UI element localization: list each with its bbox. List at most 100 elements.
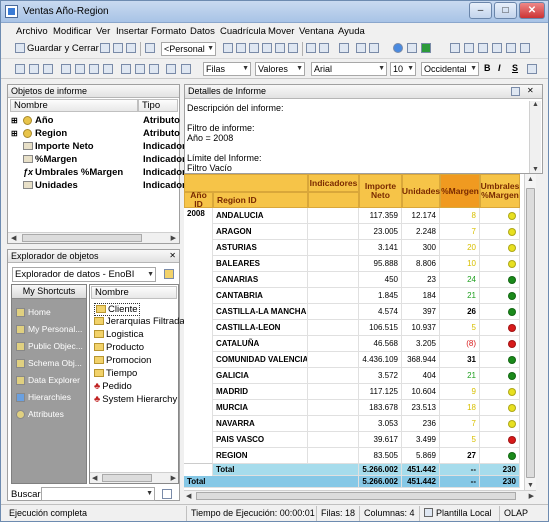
save-close-button[interactable]: Guardar y Cerrar [27, 43, 99, 54]
font-size-dropdown[interactable]: 10 [390, 62, 416, 76]
umbrales-cell[interactable] [480, 320, 520, 336]
help-icon[interactable] [506, 43, 516, 53]
importe-cell[interactable]: 39.617 [359, 432, 402, 448]
margen-cell[interactable]: (8) [440, 336, 480, 352]
umbrales-cell[interactable] [480, 288, 520, 304]
grid-vertical-scrollbar[interactable]: ▲ ▼ [524, 174, 536, 490]
save-icon[interactable] [15, 43, 25, 53]
grand-total-margen-cell[interactable]: -- [440, 476, 480, 488]
margen-cell[interactable]: 31 [440, 352, 480, 368]
umbrales-cell[interactable] [480, 208, 520, 224]
menu-datos[interactable]: Datos [190, 26, 215, 37]
umbrales-cell[interactable] [480, 416, 520, 432]
grand-total-unidades-cell[interactable]: 451.442 [402, 476, 440, 488]
margen-cell[interactable]: 27 [440, 448, 480, 464]
details-vertical-scrollbar[interactable]: ▲ ▼ [529, 101, 541, 173]
region-cell[interactable]: CANTABRIA [213, 288, 308, 304]
margen-cell[interactable]: 5 [440, 320, 480, 336]
header-importe-neto[interactable]: Importe Neto [359, 174, 402, 208]
shortcut-schema-objects[interactable]: Schema Obj... [16, 358, 82, 368]
unidades-cell[interactable]: 404 [402, 368, 440, 384]
umbrales-cell[interactable] [480, 240, 520, 256]
year-cell[interactable]: 2008 [184, 208, 213, 464]
unidades-cell[interactable]: 8.806 [402, 256, 440, 272]
grid-horizontal-scrollbar[interactable]: ◀ ▶ [184, 490, 536, 501]
folder-up-icon[interactable] [164, 269, 174, 279]
italic-button[interactable]: I [498, 63, 501, 73]
shortcut-hierarchies[interactable]: Hierarchies [16, 392, 71, 402]
region-dropdown[interactable]: Occidental [421, 62, 479, 76]
tree-item-logistica[interactable]: Logistica [94, 329, 144, 340]
bold-button[interactable]: B [484, 63, 491, 73]
importe-cell[interactable]: 4.436.109 [359, 352, 402, 368]
pivot-icon[interactable] [339, 43, 349, 53]
unidades-cell[interactable]: 397 [402, 304, 440, 320]
close-icon[interactable]: ✕ [169, 251, 176, 260]
margen-cell[interactable]: 7 [440, 416, 480, 432]
unidades-cell[interactable]: 236 [402, 416, 440, 432]
total-umbrales-cell[interactable]: 230 [480, 464, 520, 476]
importe-cell[interactable]: 1.845 [359, 288, 402, 304]
header-umbrales[interactable]: Umbrales %Margen [480, 174, 520, 208]
refresh-icon[interactable] [393, 43, 403, 53]
unidades-cell[interactable]: 2.248 [402, 224, 440, 240]
page-by-icon[interactable] [288, 43, 298, 53]
margen-cell[interactable]: 21 [440, 368, 480, 384]
underline-button[interactable]: S [512, 63, 518, 73]
window-list-icon[interactable] [478, 43, 488, 53]
umbrales-cell[interactable] [480, 256, 520, 272]
shortcut-my-personal[interactable]: My Personal... [16, 324, 82, 334]
region-cell[interactable]: REGION [213, 448, 308, 464]
properties-icon[interactable] [145, 43, 155, 53]
importe-cell[interactable]: 3.572 [359, 368, 402, 384]
total-importe-cell[interactable]: 5.266.002 [359, 464, 402, 476]
total-unidades-cell[interactable]: 451.442 [402, 464, 440, 476]
importe-cell[interactable]: 46.568 [359, 336, 402, 352]
funnel-icon[interactable] [162, 489, 172, 499]
export-icon[interactable] [126, 43, 136, 53]
umbrales-cell[interactable] [480, 224, 520, 240]
unidades-cell[interactable]: 3.205 [402, 336, 440, 352]
tree-item-producto[interactable]: Producto [94, 342, 144, 353]
margen-cell[interactable]: 7 [440, 224, 480, 240]
tree-item-jerarquias[interactable]: Jerarquias Filtradas [94, 316, 189, 327]
region-cell[interactable]: NAVARRA [213, 416, 308, 432]
region-cell[interactable]: BALEARES [213, 256, 308, 272]
window-tile-icon[interactable] [464, 43, 474, 53]
values-dropdown[interactable]: Valores [255, 62, 305, 76]
umbrales-cell[interactable] [480, 352, 520, 368]
unidades-cell[interactable]: 3.499 [402, 432, 440, 448]
shortcut-public-objects[interactable]: Public Objec... [16, 341, 83, 351]
menu-mover[interactable]: Mover [268, 26, 294, 37]
search-input[interactable] [41, 487, 155, 501]
close-icon[interactable]: ✕ [527, 86, 534, 95]
rank-icon[interactable] [181, 64, 191, 74]
grand-total-importe-cell[interactable]: 5.266.002 [359, 476, 402, 488]
minimize-button[interactable]: – [469, 2, 492, 19]
tree-horizontal-scrollbar[interactable]: ◀ ▶ [90, 472, 178, 483]
umbrales-cell[interactable] [480, 384, 520, 400]
objects-horizontal-scrollbar[interactable]: ◀ ▶ [8, 232, 179, 243]
margen-cell[interactable]: 18 [440, 400, 480, 416]
importe-cell[interactable]: 106.515 [359, 320, 402, 336]
graph-view-icon[interactable] [236, 43, 246, 53]
banding-icon[interactable] [89, 64, 99, 74]
region-cell[interactable]: CASTILLA-LEON [213, 320, 308, 336]
filter-icon[interactable] [407, 43, 417, 53]
header-anio-id[interactable]: Año ID [184, 191, 213, 209]
totals-icon[interactable] [369, 43, 379, 53]
more-tools-icon[interactable] [520, 43, 530, 53]
umbrales-cell[interactable] [480, 368, 520, 384]
menu-modificar[interactable]: Modificar [53, 26, 92, 37]
importe-cell[interactable]: 95.888 [359, 256, 402, 272]
explorer-selector[interactable]: Explorador de datos - EnoBI [12, 267, 156, 282]
importe-cell[interactable]: 3.053 [359, 416, 402, 432]
header-margen[interactable]: %Margen [440, 174, 480, 208]
outline-icon[interactable] [135, 64, 145, 74]
margen-cell[interactable]: 8 [440, 208, 480, 224]
object-item-anio[interactable]: ⊞ Año [11, 115, 53, 128]
font-dropdown[interactable]: Arial [311, 62, 387, 76]
region-cell[interactable]: CATALUÑA [213, 336, 308, 352]
personal-dropdown[interactable]: <Personal [161, 42, 216, 56]
menu-ver[interactable]: Ver [96, 26, 110, 37]
